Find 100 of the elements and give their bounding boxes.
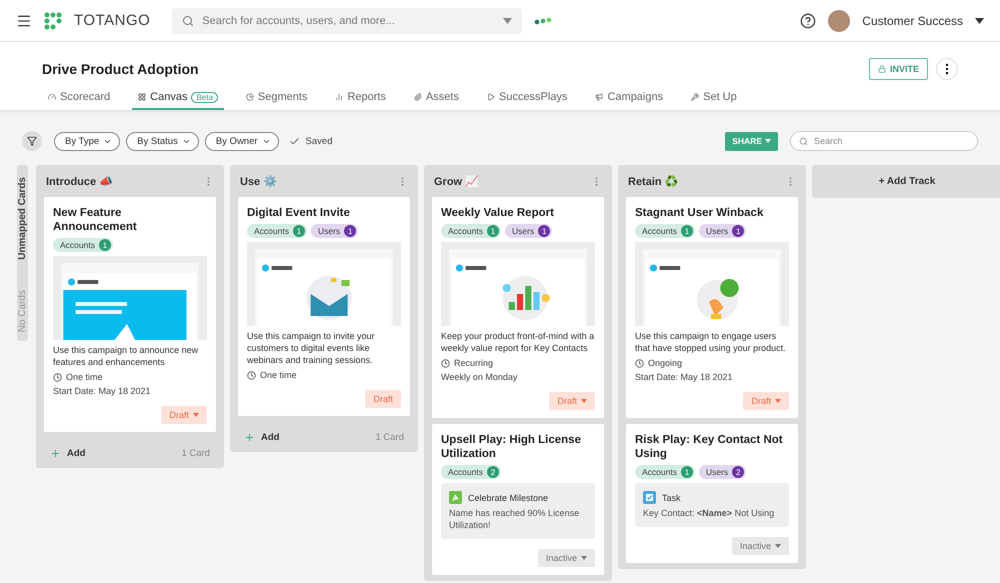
panel-title: Unmapped Cards [17, 177, 28, 260]
tab[interactable]: Scorecard [42, 90, 116, 110]
count-badge: 1 [680, 466, 693, 478]
tab-icon [414, 93, 422, 101]
add-card-button[interactable]: Add [244, 432, 280, 442]
tab[interactable]: SuccessPlays [480, 90, 574, 110]
menu-icon[interactable] [16, 12, 32, 28]
tag-label: Users [706, 467, 728, 477]
tag-label: Accounts [60, 240, 95, 250]
card-title: Upsell Play: High License Utilization [441, 433, 582, 461]
tab[interactable]: Reports [329, 90, 392, 110]
check-icon [288, 136, 300, 146]
tag-label: Accounts [448, 467, 483, 477]
tab-icon [691, 93, 700, 101]
filter-dropdown[interactable]: By Type [54, 132, 120, 150]
card-description: Use this campaign to announce new features and enhancements [53, 344, 200, 368]
caret-icon [193, 413, 199, 417]
count-badge: 2 [732, 466, 744, 478]
share-button[interactable]: SHARE [725, 132, 778, 150]
filter-icon [27, 136, 37, 146]
tag-label: Users [512, 226, 534, 236]
count-badge: 1 [486, 225, 499, 237]
tag-label: Accounts [254, 226, 289, 236]
clock-icon [441, 358, 450, 368]
user-avatar[interactable] [828, 10, 850, 32]
track-title: Use ⚙ [240, 174, 278, 188]
tab-icon [486, 93, 495, 101]
caret-icon[interactable] [975, 18, 984, 24]
tab[interactable]: Set Up [685, 90, 743, 110]
schedule-detail: Start Date: May 18 2021 [53, 386, 151, 396]
status-dropdown[interactable]: Inactive [538, 549, 595, 567]
card-title: Stagnant User Winback [635, 206, 764, 220]
action-text: Name has reached 90% License Utilization! [449, 507, 580, 531]
more-button[interactable] [936, 58, 958, 80]
page-title: Drive Product Adoption [42, 61, 200, 77]
count-badge: 1 [344, 225, 356, 237]
card-description: Use this campaign to invite your customers to digital events like webinars and training sessions. [247, 330, 376, 366]
search-icon [799, 136, 808, 146]
search-placeholder: Search [814, 136, 843, 146]
caret-icon [775, 544, 781, 548]
count-badge: 2 [486, 466, 499, 478]
card-title: Weekly Value Report [441, 206, 555, 220]
tag-label: Accounts [448, 226, 483, 236]
status-dots-icon [534, 16, 552, 24]
tab-icon [335, 93, 344, 101]
saved-status: Saved [306, 136, 332, 146]
plus-icon [50, 448, 61, 458]
filter-dropdown[interactable]: By Owner [204, 132, 279, 150]
tab[interactable]: Segments [240, 90, 314, 110]
count-badge: 1 [680, 225, 693, 237]
search-field[interactable]: Search for accounts, users, and more... [172, 8, 522, 34]
caret-icon [775, 399, 781, 403]
tab[interactable]: Canvas Beta [132, 90, 224, 110]
filter-button[interactable] [22, 131, 42, 151]
tab[interactable]: Campaigns [589, 90, 670, 110]
user-menu[interactable]: Customer Success [862, 14, 963, 28]
tag-label: Users [706, 226, 728, 236]
caret-icon [581, 556, 587, 560]
action-title: Task [662, 492, 681, 502]
schedule-text: One time [260, 370, 297, 380]
card-title: New Feature Announcement [53, 206, 138, 234]
filter-dropdown[interactable]: By Status [126, 132, 199, 150]
card-count: 1 Card [375, 432, 404, 442]
plus-icon [244, 432, 255, 442]
schedule-text: One time [66, 372, 103, 382]
tag-label: Accounts [642, 226, 677, 236]
schedule-text: Recurring [454, 358, 494, 368]
action-title: Celebrate Milestone [468, 492, 548, 502]
invite-button[interactable]: INVITE [868, 58, 928, 80]
count-badge: 1 [538, 225, 550, 237]
checkbox-icon [643, 491, 656, 504]
lock-icon [878, 65, 886, 73]
search-field[interactable]: Search [790, 131, 978, 151]
track-title: Grow 📈 [434, 174, 480, 188]
caret-icon [765, 139, 771, 143]
caret-icon [503, 18, 512, 24]
empty-text: No Cards [17, 290, 28, 332]
help-icon[interactable] [800, 12, 816, 28]
status-dropdown[interactable]: Inactive [732, 537, 789, 555]
beta-badge: Beta [191, 92, 218, 102]
count-badge: 1 [732, 225, 744, 237]
logo-icon [44, 12, 62, 30]
clock-icon [53, 372, 62, 382]
card-count: 1 Card [181, 448, 210, 458]
track-title: Introduce 📣 [46, 174, 114, 188]
add-track-button[interactable]: + Add Track [812, 165, 1000, 198]
tab[interactable]: Assets [408, 90, 465, 110]
count-badge: 1 [292, 225, 305, 237]
tab-icon [595, 93, 604, 101]
tab-icon [138, 93, 146, 101]
caret-icon [581, 399, 587, 403]
tag-label: Accounts [642, 467, 677, 477]
add-card-button[interactable]: Add [50, 448, 86, 458]
count-badge: 1 [98, 239, 111, 251]
card-description: Keep your product front-of-mind with a weekly value report for Key Contacts [441, 330, 595, 354]
search-icon [182, 14, 194, 26]
tag-label: Users [318, 226, 340, 236]
schedule-text: Ongoing [648, 358, 682, 368]
action-text: Key Contact: <Name> Not Using [643, 507, 776, 519]
tab-icon [246, 93, 254, 101]
